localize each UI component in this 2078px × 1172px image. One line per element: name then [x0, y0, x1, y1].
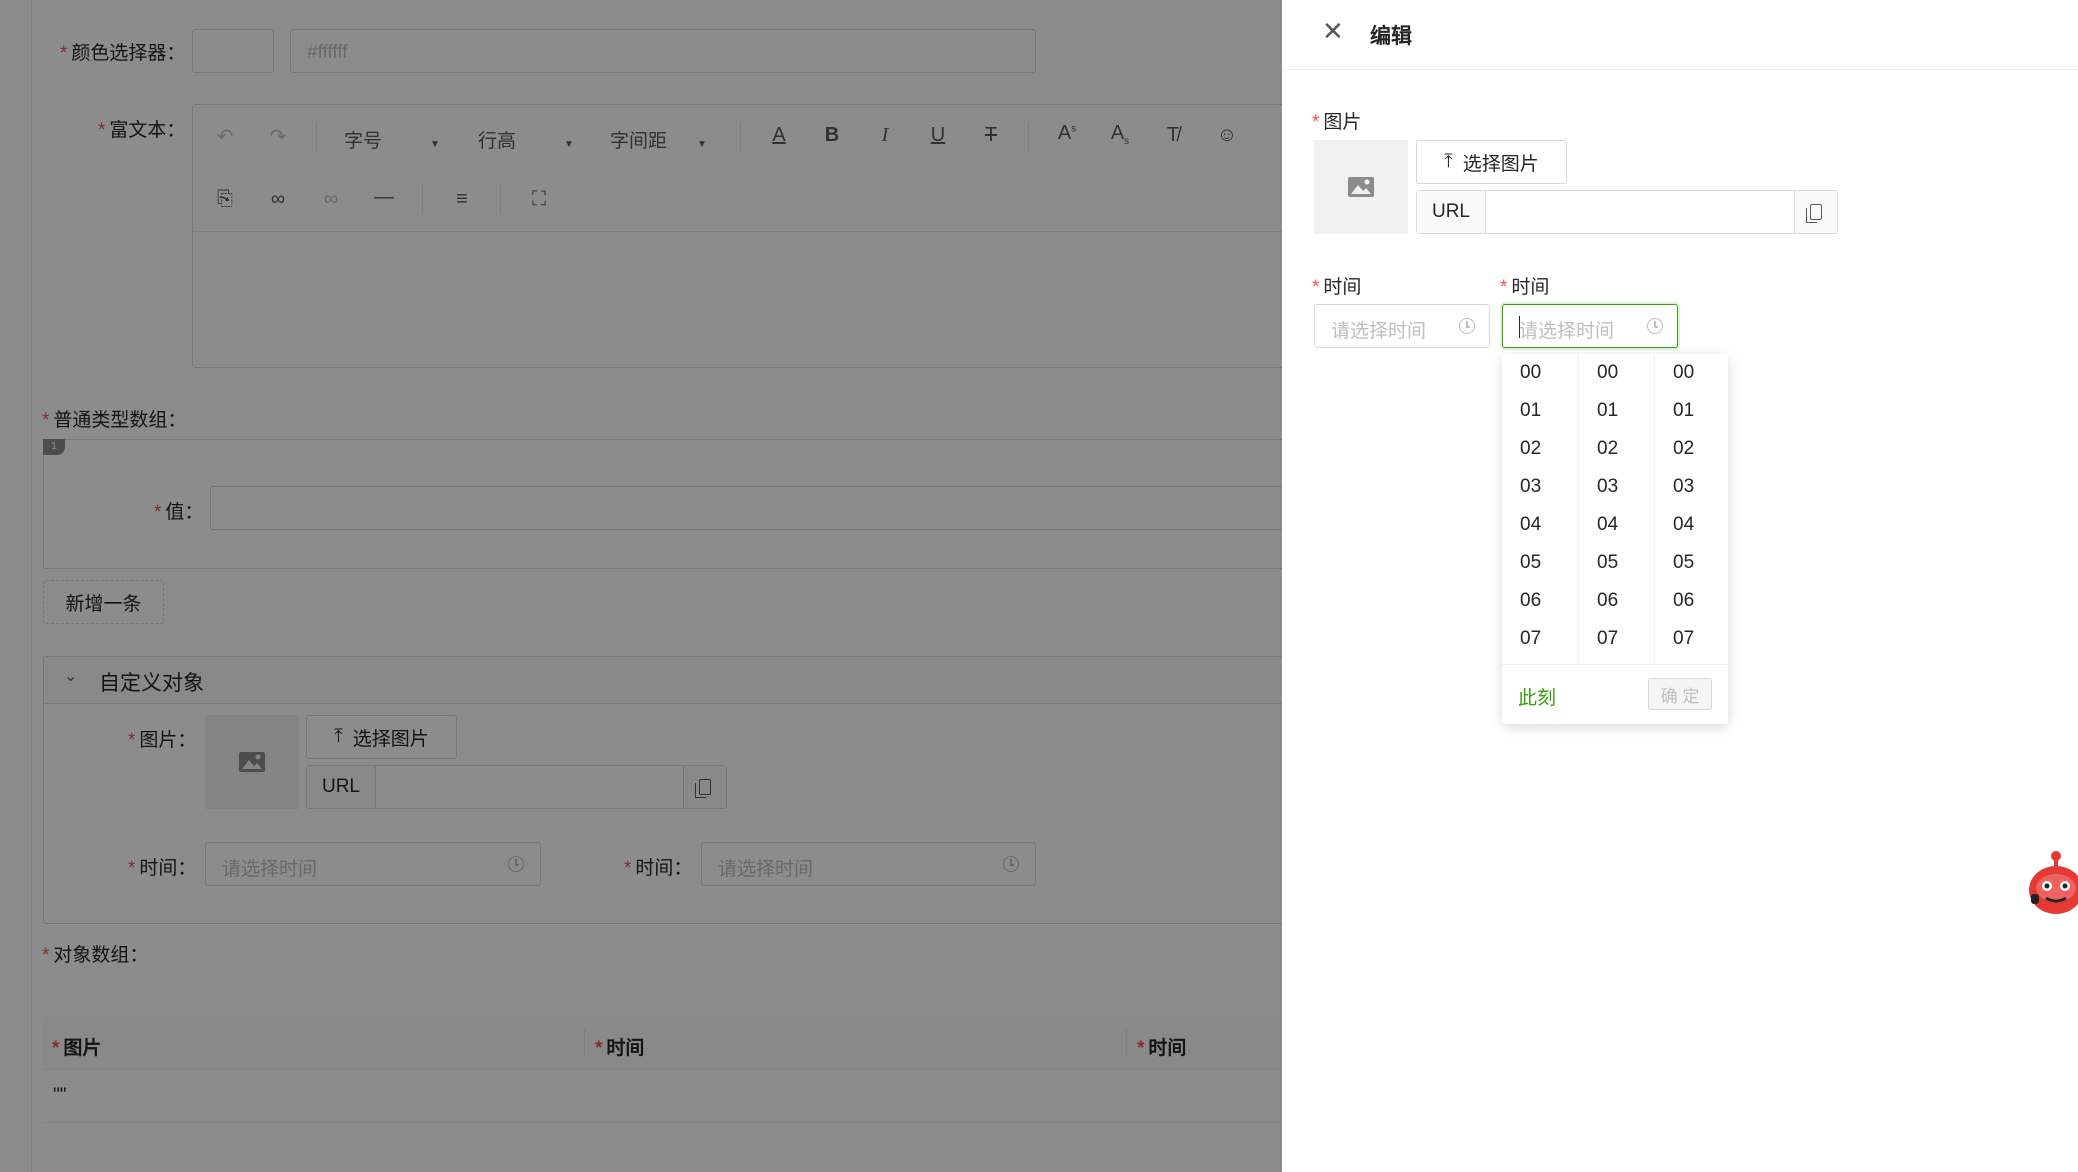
now-link[interactable]: 此刻 [1518, 683, 1556, 710]
time-option[interactable]: 03 [1597, 476, 1618, 498]
copy-icon [1806, 204, 1822, 223]
time-option[interactable]: 04 [1520, 514, 1541, 536]
minute-column[interactable]: 00 01 02 03 04 05 06 07 [1578, 354, 1655, 664]
url-input[interactable] [1485, 191, 1795, 233]
time-option[interactable]: 04 [1673, 514, 1694, 536]
url-addon: URL [1417, 191, 1486, 233]
copy-button[interactable] [1794, 191, 1837, 233]
time-option[interactable]: 05 [1520, 552, 1541, 574]
time-option[interactable]: 01 [1597, 400, 1618, 422]
text-cursor [1519, 316, 1520, 338]
clock-icon [1459, 318, 1475, 334]
drawer-time-picker-1[interactable]: 请选择时间 [1314, 304, 1490, 348]
drawer-mask[interactable] [0, 0, 1282, 1172]
drawer-image-label: * 图片 [1312, 112, 1362, 133]
time-option[interactable]: 04 [1597, 514, 1618, 536]
time-picker-panel: 00 01 02 03 04 05 06 07 00 01 02 03 04 05 06 07 00 01 02… [1502, 354, 1728, 724]
image-url-group: URL [1416, 190, 1838, 234]
drawer-time-picker-2[interactable]: 请选择时间 [1502, 304, 1678, 348]
time-option[interactable]: 06 [1520, 590, 1541, 612]
time-option[interactable]: 00 [1520, 362, 1541, 384]
time-option[interactable]: 00 [1597, 362, 1618, 384]
time-option[interactable]: 02 [1520, 438, 1541, 460]
time-option[interactable]: 02 [1597, 438, 1618, 460]
time-option[interactable]: 01 [1673, 400, 1694, 422]
assistant-robot-icon[interactable] [2026, 850, 2078, 916]
time-option[interactable]: 03 [1520, 476, 1541, 498]
time-option[interactable]: 06 [1597, 590, 1618, 612]
time-option[interactable]: 07 [1673, 628, 1694, 650]
ok-button[interactable]: 确 定 [1648, 678, 1712, 710]
drawer-time-label-2: * 时间 [1500, 277, 1550, 298]
upload-icon: ⤒ [1444, 151, 1453, 172]
time-option[interactable]: 03 [1673, 476, 1694, 498]
time-picker-footer: 此刻 确 定 [1502, 664, 1728, 724]
select-image-button[interactable]: ⤒ 选择图片 [1416, 140, 1567, 184]
time-option[interactable]: 00 [1673, 362, 1694, 384]
second-column[interactable]: 00 01 02 03 04 05 06 07 [1654, 354, 1731, 664]
close-icon[interactable]: ✕ [1322, 16, 1344, 47]
drawer-header: ✕ 编辑 [1282, 0, 2078, 70]
hour-column[interactable]: 00 01 02 03 04 05 06 07 [1502, 354, 1578, 664]
time-option[interactable]: 02 [1673, 438, 1694, 460]
clock-icon [1647, 318, 1663, 334]
time-option[interactable]: 07 [1520, 628, 1541, 650]
time-option[interactable]: 06 [1673, 590, 1694, 612]
drawer-time-label-1: * 时间 [1312, 277, 1362, 298]
time-option[interactable]: 07 [1597, 628, 1618, 650]
time-option[interactable]: 05 [1597, 552, 1618, 574]
time-option[interactable]: 05 [1673, 552, 1694, 574]
drawer-title: 编辑 [1370, 25, 1412, 48]
image-placeholder-icon [1314, 140, 1408, 234]
time-option[interactable]: 01 [1520, 400, 1541, 422]
